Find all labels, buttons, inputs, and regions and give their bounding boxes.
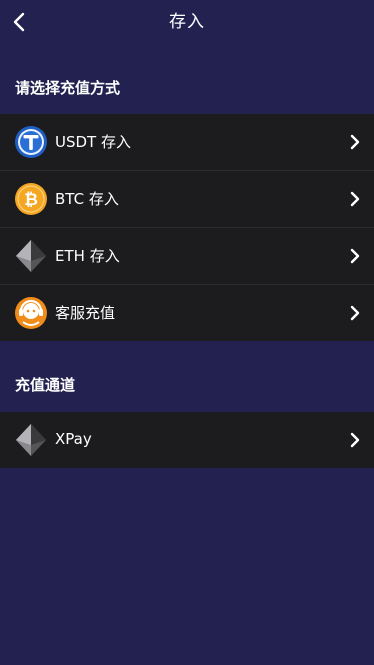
list-item-label: 客服充值 <box>55 304 116 322</box>
chevron-right-icon <box>350 191 360 207</box>
chevron-right-icon <box>350 134 360 150</box>
list-item-label: USDT 存入 <box>55 133 131 151</box>
page-title: 存入 <box>169 12 205 32</box>
list-item-customer-service[interactable]: 客服充值 <box>0 285 374 341</box>
customer-service-icon <box>15 297 47 329</box>
list-item-btc[interactable]: ₿ BTC 存入 <box>0 171 374 228</box>
channel-list: XPay <box>0 412 374 468</box>
list-item-xpay[interactable]: XPay <box>0 412 374 468</box>
list-item-label: BTC 存入 <box>55 190 119 208</box>
list-item-label: XPay <box>55 430 92 448</box>
chevron-right-icon <box>350 432 360 448</box>
list-item-label: ETH 存入 <box>55 247 120 265</box>
list-item-eth[interactable]: ETH 存入 <box>0 228 374 285</box>
ethereum-icon <box>16 424 46 456</box>
section-title-channels: 充值通道 <box>15 376 76 394</box>
header-bar: 存入 <box>0 0 374 44</box>
bitcoin-icon: ₿ <box>15 183 47 215</box>
deposit-method-list: USDT 存入 ₿ BTC 存入 ETH 存入 客服充值 <box>0 114 374 341</box>
list-item-usdt[interactable]: USDT 存入 <box>0 114 374 171</box>
section-title-deposit-methods: 请选择充值方式 <box>15 79 121 97</box>
svg-text:₿: ₿ <box>24 190 38 209</box>
ethereum-icon <box>16 240 46 272</box>
chevron-right-icon <box>350 305 360 321</box>
chevron-right-icon <box>350 248 360 264</box>
usdt-icon <box>15 126 47 158</box>
